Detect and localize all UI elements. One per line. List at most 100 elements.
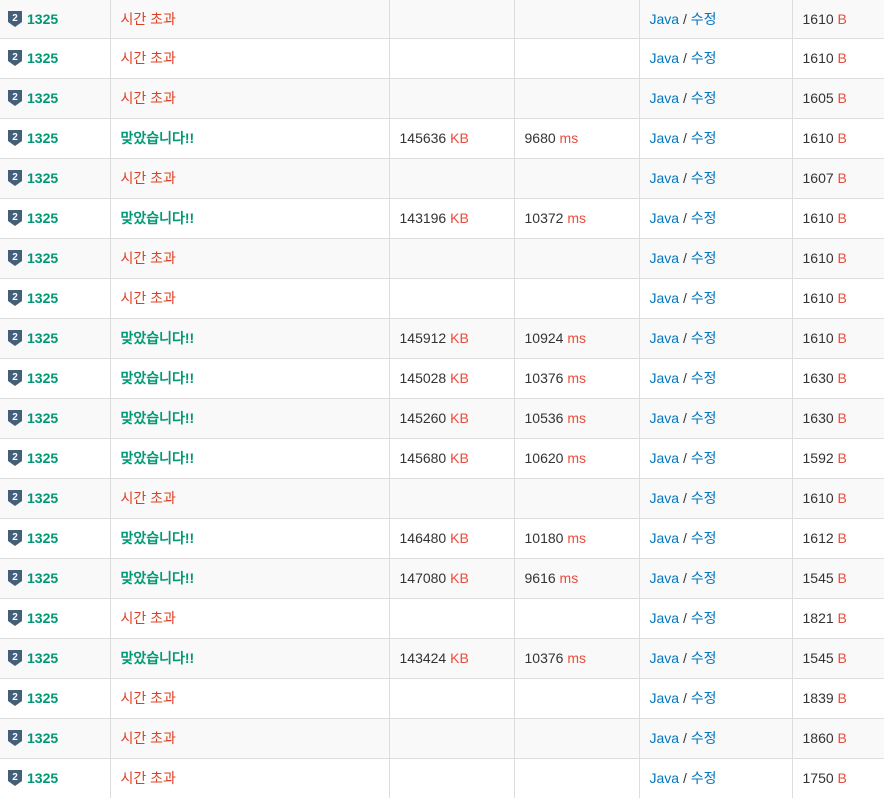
language-cell: Java / 수정	[638, 597, 792, 638]
problem-id-link[interactable]: 1325	[27, 210, 58, 226]
language-link[interactable]: Java	[650, 250, 680, 266]
edit-link[interactable]: 수정	[691, 410, 717, 426]
problem-id-link[interactable]: 1325	[27, 770, 58, 786]
language-link[interactable]: Java	[650, 210, 680, 226]
edit-link[interactable]: 수정	[691, 11, 717, 27]
language-link[interactable]: Java	[650, 490, 680, 506]
edit-link[interactable]: 수정	[691, 170, 717, 186]
memory-cell: 143424 KB	[388, 637, 514, 678]
submission-row: 2 1325 시간 초과 Java / 수정 1610 B	[0, 0, 884, 38]
language-link[interactable]: Java	[650, 290, 680, 306]
language-link[interactable]: Java	[650, 130, 680, 146]
edit-link[interactable]: 수정	[691, 650, 717, 666]
memory-value: 145028	[399, 370, 447, 386]
code-length-value: 1610	[802, 130, 834, 146]
language-link[interactable]: Java	[650, 690, 680, 706]
code-length-value: 1750	[802, 770, 834, 787]
result-text: 시간 초과	[120, 730, 176, 746]
svg-text:2: 2	[12, 492, 18, 503]
code-length-unit: B	[837, 690, 847, 706]
code-length-unit: B	[837, 210, 847, 226]
problem-id-link[interactable]: 1325	[27, 370, 58, 386]
edit-link[interactable]: 수정	[691, 210, 717, 226]
problem-cell: 2 1325	[0, 37, 110, 78]
time-unit: ms	[559, 570, 579, 586]
edit-link[interactable]: 수정	[691, 610, 717, 626]
code-length-cell: 1545 B	[791, 637, 884, 678]
language-link[interactable]: Java	[650, 370, 680, 386]
code-length-cell: 1839 B	[791, 677, 884, 718]
problem-id-link[interactable]: 1325	[27, 570, 58, 586]
problem-id-link[interactable]: 1325	[27, 490, 58, 506]
language-separator: /	[682, 570, 687, 586]
problem-id-link[interactable]: 1325	[27, 50, 58, 66]
code-length-cell: 1610 B	[791, 317, 884, 358]
edit-link[interactable]: 수정	[691, 290, 717, 306]
language-link[interactable]: Java	[650, 770, 680, 786]
edit-link[interactable]: 수정	[691, 570, 717, 586]
problem-id-link[interactable]: 1325	[27, 650, 58, 666]
problem-id-link[interactable]: 1325	[27, 410, 58, 426]
language-separator: /	[682, 450, 687, 466]
edit-link[interactable]: 수정	[691, 330, 717, 346]
edit-link[interactable]: 수정	[691, 370, 717, 386]
problem-id-link[interactable]: 1325	[27, 130, 58, 146]
code-length-value: 1610	[802, 50, 834, 66]
language-link[interactable]: Java	[650, 90, 680, 106]
language-link[interactable]: Java	[650, 650, 680, 666]
language-link[interactable]: Java	[650, 730, 680, 746]
submission-row: 2 1325 시간 초과 Java / 수정 1607 B	[0, 157, 884, 198]
edit-link[interactable]: 수정	[691, 450, 717, 466]
submission-row: 2 1325 맞았습니다!! 143196 KB 10372 ms Java /…	[0, 197, 884, 238]
problem-id-link[interactable]: 1325	[27, 610, 58, 626]
problem-cell: 2 1325	[0, 197, 110, 238]
problem-id-link[interactable]: 1325	[27, 11, 58, 27]
problem-id-link[interactable]: 1325	[27, 690, 58, 706]
problem-id-link[interactable]: 1325	[27, 290, 58, 306]
edit-link[interactable]: 수정	[691, 250, 717, 266]
problem-id-link[interactable]: 1325	[27, 250, 58, 266]
svg-text:2: 2	[12, 332, 18, 343]
language-link[interactable]: Java	[650, 50, 680, 66]
memory-cell	[388, 757, 514, 798]
edit-link[interactable]: 수정	[691, 130, 717, 146]
submission-row: 2 1325 시간 초과 Java / 수정 1605 B	[0, 77, 884, 118]
svg-text:2: 2	[12, 132, 18, 143]
result-cell: 시간 초과	[109, 37, 389, 78]
result-text: 시간 초과	[120, 290, 176, 306]
code-length-cell: 1750 B	[791, 757, 884, 798]
language-link[interactable]: Java	[650, 530, 680, 546]
problem-id-link[interactable]: 1325	[27, 330, 58, 346]
language-link[interactable]: Java	[650, 330, 680, 346]
time-unit: ms	[567, 530, 586, 546]
language-link[interactable]: Java	[650, 570, 680, 586]
submission-rows: 2 1325 시간 초과 Java / 수정 1610 B 2 1325 시간 …	[0, 0, 884, 798]
language-link[interactable]: Java	[650, 610, 680, 626]
language-link[interactable]: Java	[650, 450, 680, 466]
edit-link[interactable]: 수정	[691, 530, 717, 546]
result-text: 맞았습니다!!	[120, 530, 195, 546]
memory-value: 145636	[399, 130, 447, 146]
problem-id-link[interactable]: 1325	[27, 450, 58, 466]
edit-link[interactable]: 수정	[691, 690, 717, 706]
edit-link[interactable]: 수정	[691, 490, 717, 506]
language-link[interactable]: Java	[650, 11, 680, 27]
language-link[interactable]: Java	[650, 170, 680, 186]
silver-2-tier-icon: 2	[8, 410, 22, 426]
language-link[interactable]: Java	[650, 410, 680, 426]
problem-id-link[interactable]: 1325	[27, 90, 58, 106]
problem-cell: 2 1325	[0, 317, 110, 358]
edit-link[interactable]: 수정	[691, 90, 717, 106]
time-value: 10376	[524, 370, 564, 386]
problem-id-link[interactable]: 1325	[27, 530, 58, 546]
submission-row: 2 1325 시간 초과 Java / 수정 1610 B	[0, 237, 884, 278]
problem-cell: 2 1325	[0, 557, 110, 598]
memory-unit: KB	[450, 210, 469, 226]
edit-link[interactable]: 수정	[691, 730, 717, 746]
edit-link[interactable]: 수정	[691, 50, 717, 66]
problem-id-link[interactable]: 1325	[27, 170, 58, 186]
edit-link[interactable]: 수정	[691, 770, 717, 786]
problem-id-link[interactable]: 1325	[27, 730, 58, 746]
code-length-unit: B	[837, 530, 847, 546]
memory-cell	[388, 0, 514, 38]
